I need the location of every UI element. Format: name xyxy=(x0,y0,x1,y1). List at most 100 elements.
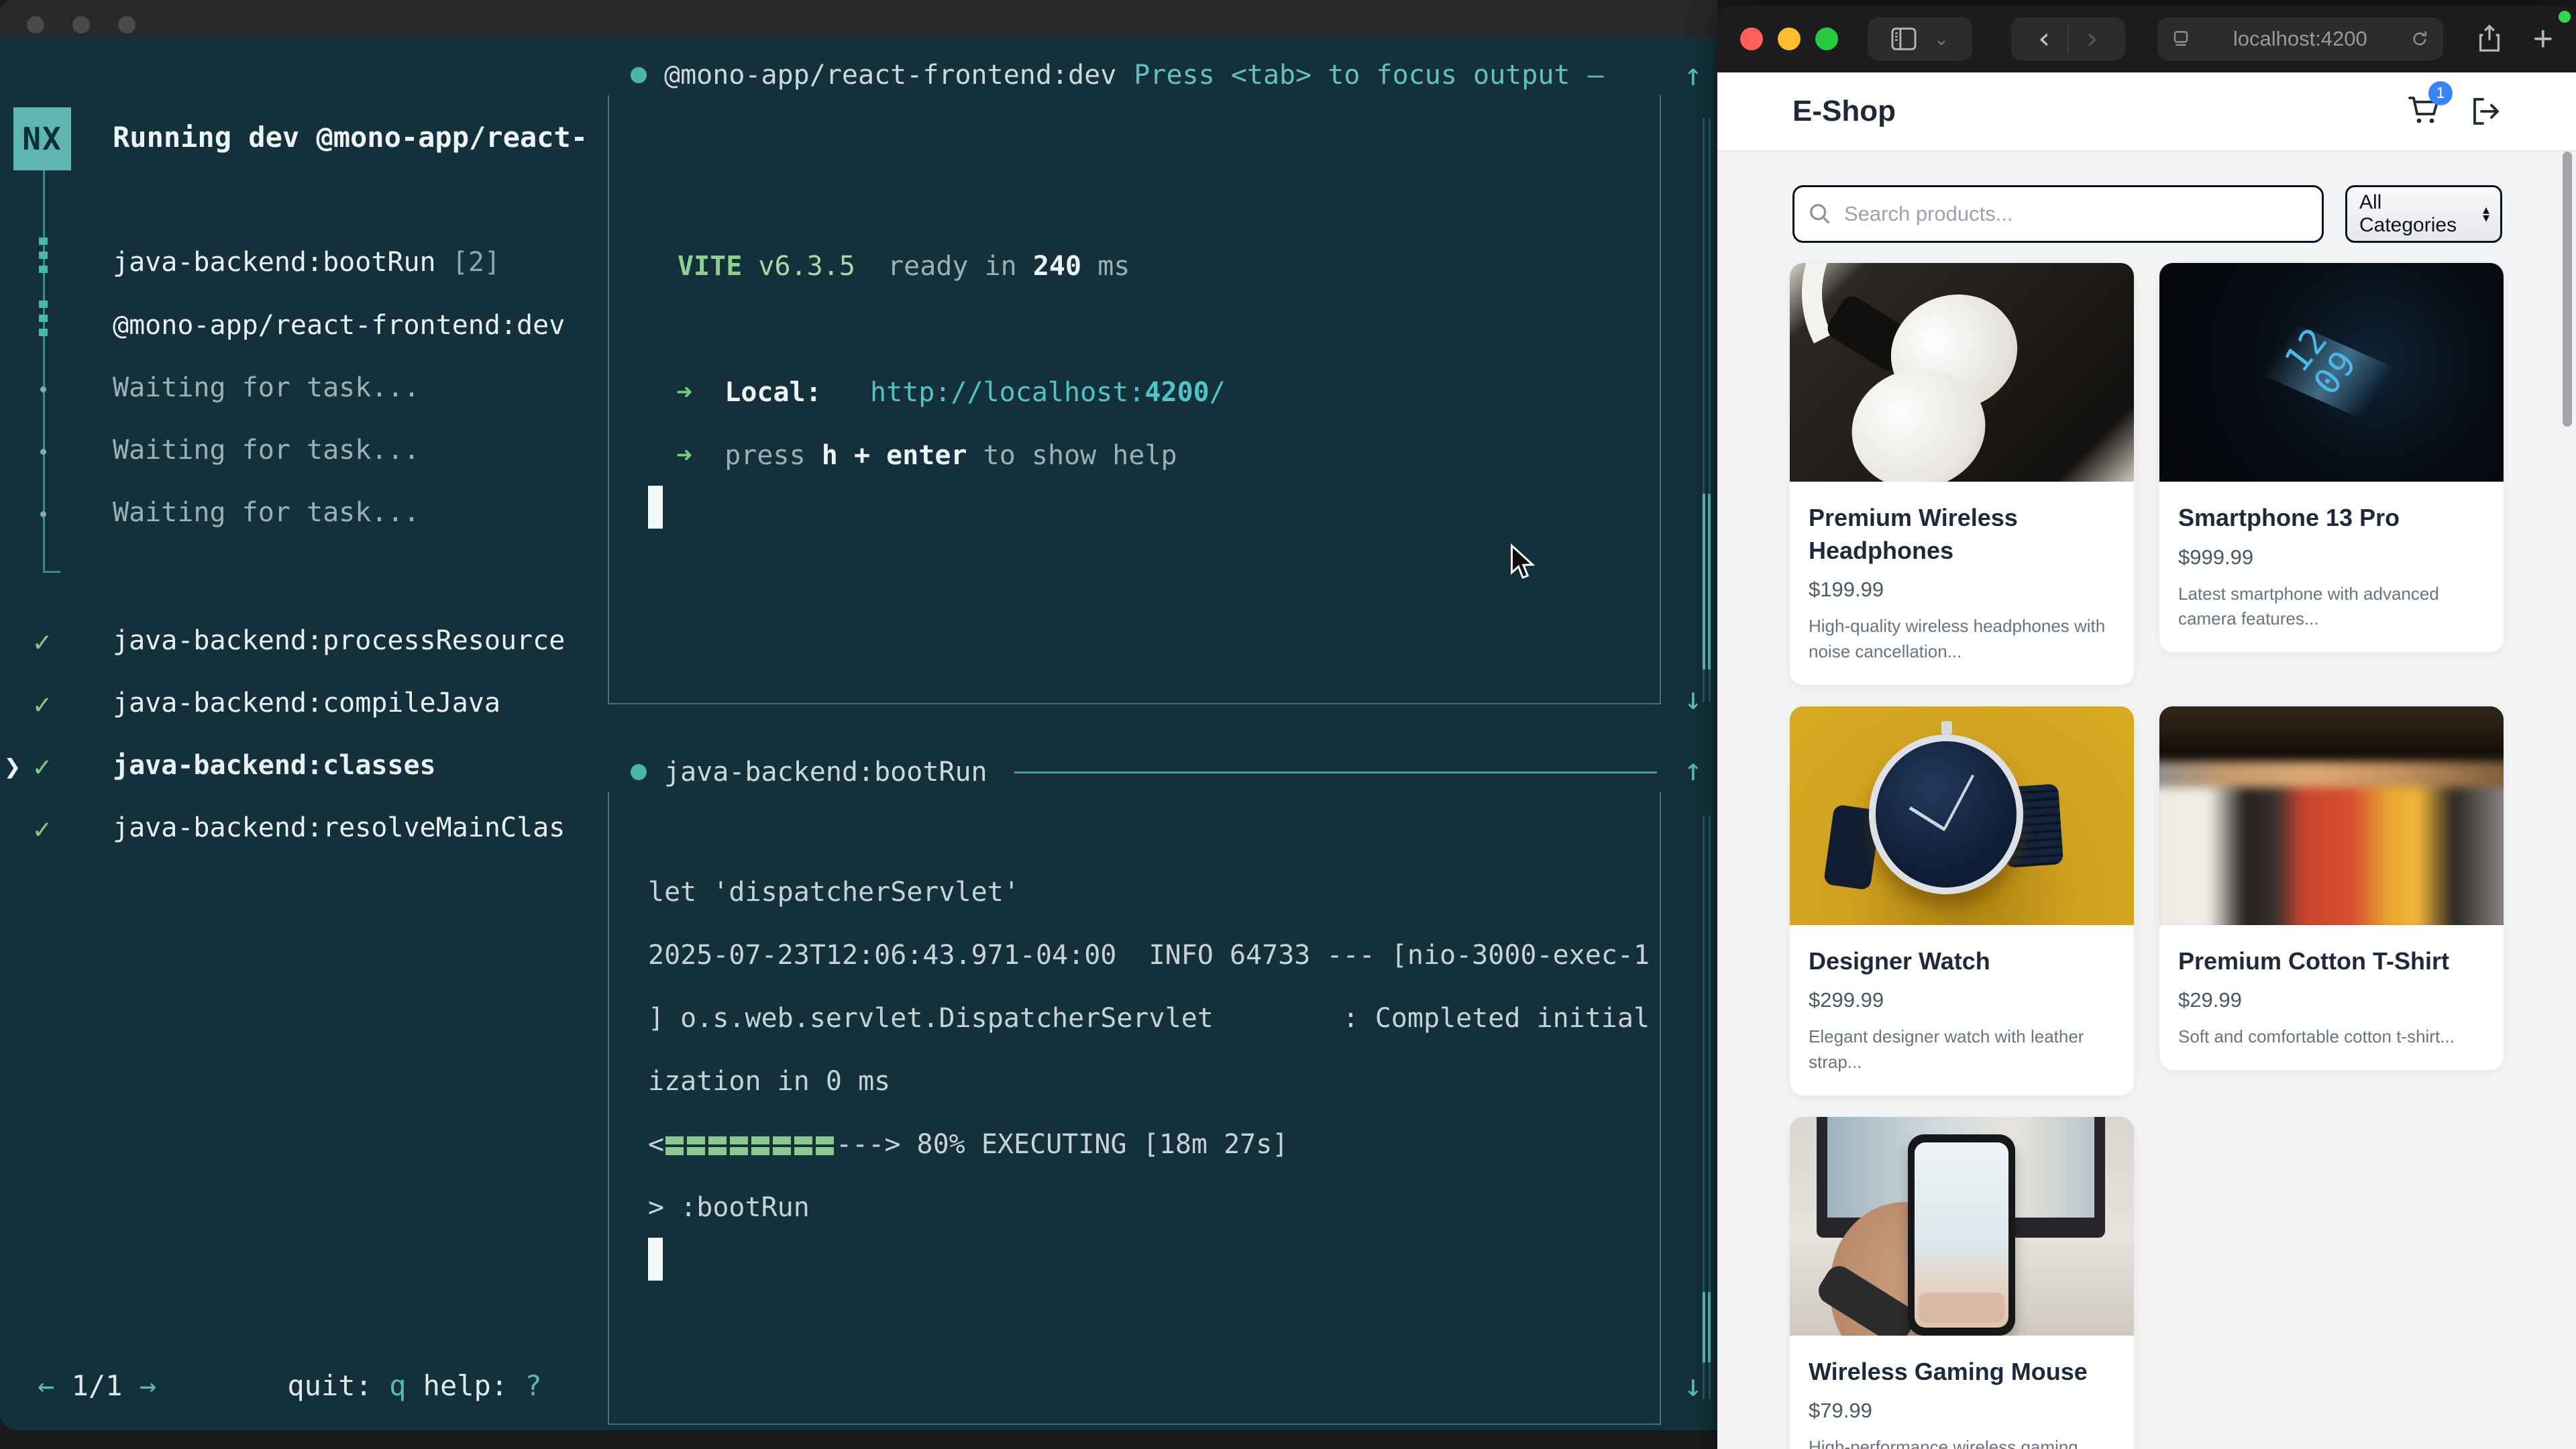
product-card[interactable]: Premium Cotton T-Shirt $29.99 Soft and c… xyxy=(2159,706,2504,1070)
product-card-body: Smartphone 13 Pro $999.99 Latest smartph… xyxy=(2159,482,2504,652)
page-next-arrow[interactable]: → xyxy=(140,1369,156,1402)
pane2-scroll-down-arrow[interactable]: ↓ xyxy=(1684,1367,1703,1403)
minimize-button[interactable] xyxy=(1778,28,1801,50)
page-prev-arrow[interactable]: ← xyxy=(38,1369,54,1402)
local-url-line: ➜ Local: http://localhost:4200/ xyxy=(676,377,1226,408)
window-controls xyxy=(1740,28,1838,50)
selected-task-arrow: ❯ xyxy=(4,750,21,783)
product-image xyxy=(1790,1117,2134,1336)
check-icon: ✓ xyxy=(34,750,50,783)
task-item-frontend-dev[interactable]: @mono-app/react-frontend:dev xyxy=(113,310,565,341)
pane1-scroll-up-arrow[interactable]: ↑ xyxy=(1684,56,1703,93)
select-arrows-icon: ▴▾ xyxy=(2483,206,2489,223)
share-icon[interactable] xyxy=(2475,23,2504,54)
terminal-cursor xyxy=(648,486,663,529)
product-name: Designer Watch xyxy=(1809,945,2115,978)
product-name: Smartphone 13 Pro xyxy=(2178,502,2485,535)
pane1-header[interactable]: @mono-app/react-frontend:dev Press <tab>… xyxy=(631,60,1604,91)
cart-button[interactable]: 1 xyxy=(2407,93,2442,130)
reader-view-icon[interactable] xyxy=(2171,29,2191,49)
product-card-body: Wireless Gaming Mouse $79.99 High-perfor… xyxy=(1790,1336,2134,1449)
eshop-page: E-Shop 1 All Categories ▴▾ xyxy=(1717,72,2576,1449)
product-price: $299.99 xyxy=(1809,988,2115,1012)
help-key: ? xyxy=(525,1369,541,1402)
product-image xyxy=(1790,706,2134,925)
address-bar[interactable]: localhost:4200 xyxy=(2157,17,2443,60)
check-icon: ✓ xyxy=(34,625,50,658)
terminal-statusbar: ← 1/1 → quit: q help: ? xyxy=(0,1369,584,1402)
product-image: 12 09 xyxy=(2159,263,2504,482)
url-text: localhost:4200 xyxy=(2191,27,2410,51)
pane1-title: @mono-app/react-frontend:dev xyxy=(664,60,1116,91)
pane2-title: java-backend:bootRun xyxy=(664,757,987,788)
product-price: $199.99 xyxy=(1809,578,2115,602)
mouse-pointer xyxy=(1508,543,1538,582)
task-item-classes[interactable]: java-backend:classes xyxy=(113,750,436,781)
chevron-down-icon: ⌄ xyxy=(1934,29,1949,50)
recording-indicator-dot xyxy=(2559,11,2571,23)
product-name: Wireless Gaming Mouse xyxy=(1809,1356,2115,1389)
forward-button[interactable]: › xyxy=(2068,24,2116,54)
category-select-value: All Categories xyxy=(2359,191,2483,237)
product-description: Latest smartphone with advanced camera f… xyxy=(2178,582,2485,632)
task-item-resolvemainclass[interactable]: java-backend:resolveMainClas xyxy=(113,812,565,843)
sidebar-toggle-button[interactable]: ⌄ xyxy=(1868,17,1972,60)
task-status-dot xyxy=(631,67,647,83)
search-box xyxy=(1792,185,2324,243)
task-item-compilejava[interactable]: java-backend:compileJava xyxy=(113,688,500,718)
search-row: All Categories ▴▾ xyxy=(1792,185,2502,243)
zoom-button[interactable] xyxy=(1815,28,1838,50)
safari-window: ⌄ ‹ › localhost:4200 + E-Shop 1 xyxy=(1717,5,2576,1449)
pane1-dash: — xyxy=(1588,60,1604,91)
pane2-header[interactable]: java-backend:bootRun xyxy=(631,757,1657,788)
pane2-scrollbar-thumb[interactable] xyxy=(1703,1292,1711,1362)
quit-hint-label: quit: xyxy=(287,1369,389,1402)
category-select[interactable]: All Categories ▴▾ xyxy=(2345,185,2502,243)
page-scrollbar-thumb[interactable] xyxy=(2563,152,2572,427)
quit-key: q xyxy=(389,1369,406,1402)
task-waiting-row: Waiting for task... xyxy=(113,497,420,528)
product-image xyxy=(2159,706,2504,925)
pane2-scroll-up-arrow[interactable]: ↑ xyxy=(1684,751,1703,788)
product-name: Premium Wireless Headphones xyxy=(1809,502,2115,567)
product-card[interactable]: 12 09 Smartphone 13 Pro $999.99 Latest s… xyxy=(2159,263,2504,652)
close-button[interactable] xyxy=(1740,28,1763,50)
task-spinner xyxy=(39,237,48,280)
gradle-prompt-line: > :bootRun xyxy=(648,1192,810,1223)
reload-icon[interactable] xyxy=(2410,29,2430,49)
search-input[interactable] xyxy=(1792,185,2324,243)
product-price: $29.99 xyxy=(2178,988,2485,1012)
task-spinner xyxy=(39,301,48,343)
terminal-zoom-button[interactable] xyxy=(118,16,136,34)
nav-buttons: ‹ › xyxy=(2011,17,2125,60)
log-line: 2025-07-23T12:06:43.971-04:00 INFO 64733… xyxy=(648,940,1650,971)
logout-icon[interactable] xyxy=(2469,95,2502,127)
pane1-focus-hint: Press <tab> to focus output xyxy=(1134,60,1570,91)
product-card[interactable]: Premium Wireless Headphones $199.99 High… xyxy=(1790,263,2134,685)
product-card[interactable]: Designer Watch $299.99 Elegant designer … xyxy=(1790,706,2134,1095)
task-tree-foot xyxy=(43,571,60,573)
terminal-close-button[interactable] xyxy=(27,16,44,34)
pane1-scrollbar-thumb[interactable] xyxy=(1703,494,1711,669)
product-description: High-performance wireless gaming mouse..… xyxy=(1809,1435,2115,1449)
waiting-dot xyxy=(40,449,46,455)
gradle-progress-bar xyxy=(665,1134,835,1158)
terminal-run-title: Running dev @mono-app/react- xyxy=(113,121,588,154)
back-button[interactable]: ‹ xyxy=(2021,24,2068,54)
nx-logo-badge: NX xyxy=(13,107,71,170)
product-card[interactable]: Wireless Gaming Mouse $79.99 High-perfor… xyxy=(1790,1117,2134,1449)
terminal-body: NX Running dev @mono-app/react- java-bac… xyxy=(0,38,1717,1430)
waiting-dot xyxy=(40,511,46,517)
task-status-dot xyxy=(631,764,647,780)
pane1-scroll-down-arrow[interactable]: ↓ xyxy=(1684,680,1703,716)
task-item-processresource[interactable]: java-backend:processResource xyxy=(113,625,565,656)
product-grid: Premium Wireless Headphones $199.99 High… xyxy=(1790,263,2504,1449)
new-tab-button[interactable]: + xyxy=(2533,21,2553,56)
product-name: Premium Cotton T-Shirt xyxy=(2178,945,2485,978)
task-item-bootrun[interactable]: java-backend:bootRun [2] xyxy=(113,247,500,278)
gradle-progress-line: <---> 80% EXECUTING [18m 27s] xyxy=(648,1129,1288,1160)
log-line: ] o.s.web.servlet.DispatcherServlet : Co… xyxy=(648,1003,1650,1034)
product-price: $79.99 xyxy=(1809,1399,2115,1423)
terminal-minimize-button[interactable] xyxy=(72,16,90,34)
vite-help-line: ➜ press h + enter to show help xyxy=(676,440,1177,471)
